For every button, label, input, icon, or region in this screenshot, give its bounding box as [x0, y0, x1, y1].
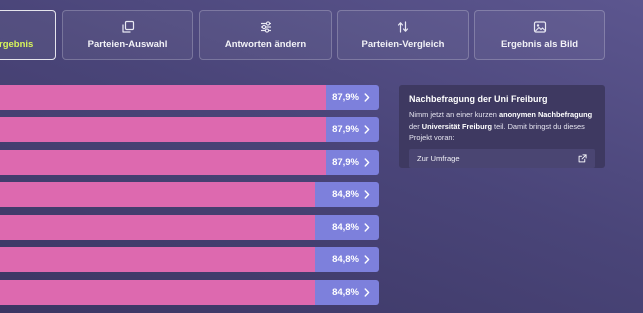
copy-icon	[121, 20, 134, 33]
tab-label: Ergebnis	[0, 38, 34, 50]
image-icon	[533, 21, 546, 33]
result-bar-row[interactable]: 84,8%	[0, 280, 379, 305]
chevron-right-icon	[364, 190, 370, 199]
result-bar-row[interactable]: 87,9%	[0, 150, 379, 175]
chevron-right-icon	[364, 93, 370, 102]
tab-label: Antworten ändern	[224, 39, 307, 50]
survey-text-bold: anonymen Nachbefragung	[498, 110, 593, 119]
survey-text-part: der	[409, 121, 422, 131]
survey-link-label: Zur Umfrage	[417, 153, 460, 163]
survey-text: Nimm jetzt an einer kurzen anonymen Nach…	[409, 109, 595, 144]
result-percentage: 84,8%	[332, 254, 359, 265]
tab-label: Ergebnis als Bild	[500, 39, 579, 50]
result-bar-fill	[0, 150, 326, 175]
chevron-right-icon	[364, 223, 370, 232]
result-bar-fill	[0, 280, 315, 305]
result-bar-fill	[0, 85, 326, 110]
result-percentage: 84,8%	[332, 287, 359, 298]
tab-parteien-auswahl[interactable]: Parteien-Auswahl	[62, 10, 193, 60]
tab-ergebnis-als-bild[interactable]: Ergebnis als Bild	[474, 10, 605, 60]
result-percentage: 87,9%	[332, 157, 359, 168]
result-percentage: 87,9%	[332, 124, 359, 135]
chevron-right-icon	[364, 255, 370, 264]
result-bar-fill	[0, 117, 326, 142]
survey-card: Nachbefragung der Uni Freiburg Nimm jetz…	[399, 85, 605, 168]
result-bar-row[interactable]: 87,9%	[0, 85, 379, 110]
result-bar-fill	[0, 215, 315, 240]
survey-link-button[interactable]: Zur Umfrage	[409, 148, 595, 168]
result-bar-value-area: 84,8%	[315, 182, 379, 207]
result-bar-fill	[0, 182, 315, 207]
result-bar-fill	[0, 247, 315, 272]
result-bar-row[interactable]: 84,8%	[0, 215, 379, 240]
result-bar-value-area: 87,9%	[326, 150, 379, 175]
external-link-icon	[578, 153, 587, 162]
chevron-right-icon	[364, 288, 370, 297]
tab-parteien-vergleich[interactable]: Parteien-Vergleich	[337, 10, 469, 60]
result-bar-value-area: 87,9%	[326, 85, 379, 110]
result-percentage: 87,9%	[332, 92, 359, 103]
result-bar-row[interactable]: 87,9%	[0, 117, 379, 142]
result-bar-value-area: 84,8%	[315, 247, 379, 272]
chevron-right-icon	[364, 158, 370, 167]
tab-bar: Ergebnis Parteien-Auswahl Antworten ände…	[0, 0, 643, 72]
compare-arrows-icon	[397, 21, 409, 33]
result-bar-row[interactable]: 84,8%	[0, 247, 379, 272]
result-bar-value-area: 84,8%	[315, 280, 379, 305]
tab-label: Parteien-Vergleich	[361, 39, 445, 50]
chevron-right-icon	[364, 125, 370, 134]
result-bar-row[interactable]: 84,8%	[0, 182, 379, 207]
tab-antworten-aendern[interactable]: Antworten ändern	[199, 10, 332, 60]
tab-label: Parteien-Auswahl	[87, 39, 168, 50]
result-percentage: 84,8%	[332, 189, 359, 200]
survey-text-bold: Universität Freiburg	[421, 121, 492, 131]
survey-title: Nachbefragung der Uni Freiburg	[409, 94, 548, 104]
survey-text-part: Nimm jetzt an einer kurzen	[409, 110, 499, 119]
result-percentage: 84,8%	[332, 222, 359, 233]
sliders-icon	[260, 21, 271, 33]
result-bar-value-area: 84,8%	[315, 215, 379, 240]
result-bar-value-area: 87,9%	[326, 117, 379, 142]
tab-ergebnis[interactable]: Ergebnis	[0, 10, 56, 60]
